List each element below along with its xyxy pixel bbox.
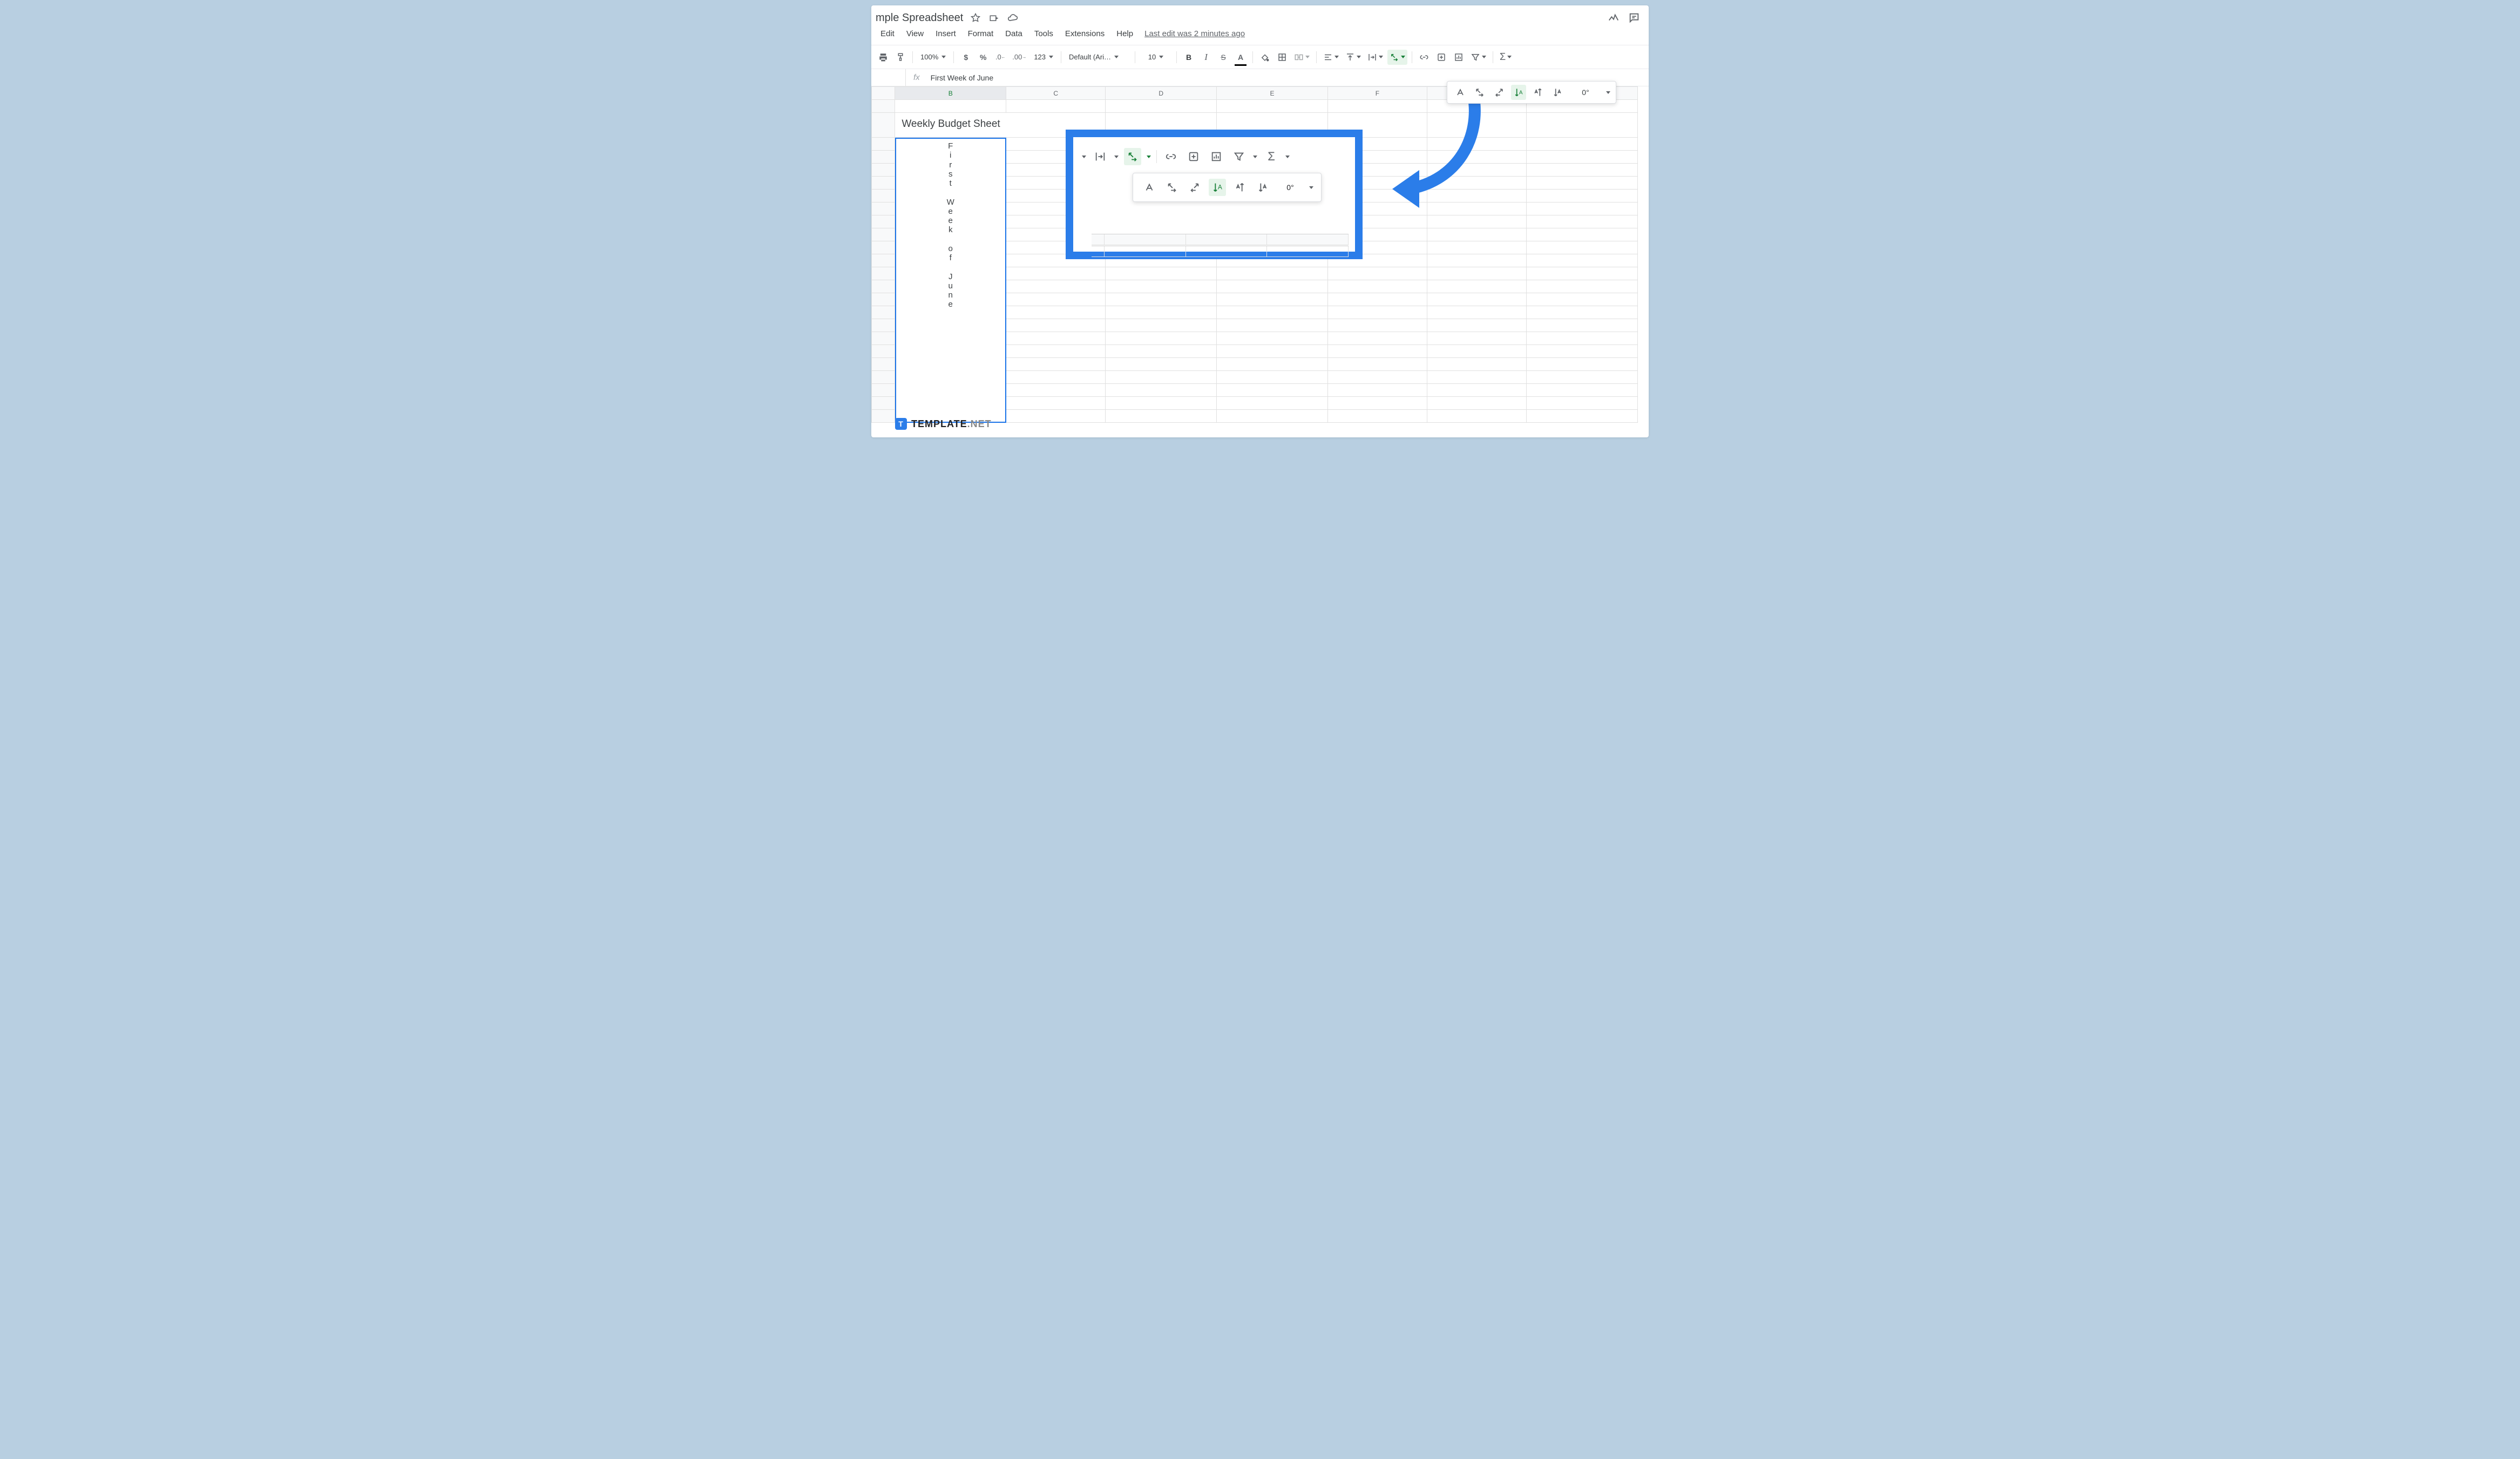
menu-tools[interactable]: Tools [1029, 27, 1058, 40]
callout-rotation-tilt-up-icon[interactable] [1163, 179, 1181, 196]
callout-rotation-tilt-down-icon[interactable] [1186, 179, 1203, 196]
last-edit-link[interactable]: Last edit was 2 minutes ago [1144, 29, 1245, 38]
menu-edit[interactable]: Edit [876, 27, 899, 40]
print-icon[interactable] [876, 50, 891, 65]
bold-icon[interactable]: B [1181, 50, 1196, 65]
activity-icon[interactable] [1607, 11, 1621, 25]
menu-data[interactable]: Data [1000, 27, 1027, 40]
annotation-arrow [1381, 89, 1489, 213]
merge-cells-icon[interactable] [1292, 50, 1312, 65]
font-size: 10 [1148, 53, 1156, 61]
menu-help[interactable]: Help [1112, 27, 1138, 40]
zoom-dropdown[interactable]: 100% [917, 50, 949, 65]
callout-caret [1082, 156, 1086, 158]
selected-cell[interactable]: First Week of June [895, 138, 1006, 423]
callout-rotation-rotate-up-icon[interactable] [1231, 179, 1249, 196]
increase-decimal-icon[interactable]: .00→ [1010, 50, 1028, 65]
svg-text:A: A [1218, 184, 1222, 191]
col-header-E[interactable]: E [1217, 87, 1328, 100]
formula-value[interactable]: First Week of June [927, 73, 993, 82]
italic-icon[interactable]: I [1198, 50, 1214, 65]
insert-link-icon[interactable] [1417, 50, 1432, 65]
comment-history-icon[interactable] [1627, 11, 1641, 25]
callout-functions-icon[interactable]: Σ [1263, 148, 1280, 165]
callout-text-wrap-icon[interactable] [1092, 148, 1109, 165]
callout-filter-icon[interactable] [1230, 148, 1248, 165]
vertical-text: First Week of June [896, 138, 1005, 313]
move-icon[interactable] [988, 12, 1000, 24]
callout-rotation-degree[interactable]: 0° [1277, 183, 1304, 192]
sheet-heading: Weekly Budget Sheet [902, 118, 1000, 130]
menu-extensions[interactable]: Extensions [1060, 27, 1109, 40]
svg-text:A: A [1519, 90, 1523, 96]
select-all-corner[interactable] [872, 87, 895, 100]
watermark-brand: TEMPLATE [911, 418, 967, 429]
document-title[interactable]: mple Spreadsheet [876, 12, 963, 24]
zoom-value: 100% [920, 53, 938, 61]
font-dropdown[interactable]: Default (Ari… [1066, 50, 1130, 65]
menu-insert[interactable]: Insert [931, 27, 961, 40]
callout-rotation-rotate-down-icon[interactable] [1254, 179, 1271, 196]
rotation-degree-input[interactable]: 0° [1569, 88, 1602, 97]
callout-rotation-panel: A 0° [1133, 173, 1322, 202]
rotation-tilt-up-icon[interactable] [1472, 85, 1487, 100]
font-name: Default (Ari… [1069, 53, 1111, 61]
callout-text-rotation-icon[interactable] [1124, 148, 1141, 165]
rotation-stack-vertical-icon[interactable]: A [1511, 85, 1526, 100]
title-bar: mple Spreadsheet [871, 5, 1649, 26]
name-box[interactable] [871, 69, 906, 86]
paint-format-icon[interactable] [893, 50, 908, 65]
text-rotation-panel: A 0° [1447, 81, 1616, 104]
callout-insert-comment-icon[interactable] [1185, 148, 1202, 165]
menu-bar: Edit View Insert Format Data Tools Exten… [871, 26, 1649, 45]
functions-icon[interactable]: Σ [1498, 50, 1514, 65]
toolbar: 100% $ % .0← .00→ 123 Default (Ari… 10 B… [871, 45, 1649, 69]
watermark-suffix: .NET [967, 418, 992, 429]
currency-icon[interactable]: $ [958, 50, 973, 65]
menu-view[interactable]: View [902, 27, 929, 40]
callout-rotation-none-icon[interactable] [1141, 179, 1158, 196]
number-format-dropdown[interactable]: 123 [1031, 50, 1056, 65]
callout-rotation-stack-vertical-icon[interactable]: A [1209, 179, 1226, 196]
insert-chart-icon[interactable] [1451, 50, 1466, 65]
rotation-tilt-down-icon[interactable] [1492, 85, 1507, 100]
col-header-B[interactable]: B [895, 87, 1006, 100]
fx-icon: fx [906, 73, 927, 82]
percent-icon[interactable]: % [976, 50, 991, 65]
text-color-icon[interactable]: A [1233, 50, 1248, 65]
decrease-decimal-icon[interactable]: .0← [993, 50, 1008, 65]
col-header-C[interactable]: C [1006, 87, 1106, 100]
star-icon[interactable] [970, 12, 981, 24]
borders-icon[interactable] [1275, 50, 1290, 65]
watermark-logo-icon: T [895, 418, 907, 430]
menu-format[interactable]: Format [963, 27, 999, 40]
text-rotation-icon[interactable] [1387, 50, 1407, 65]
rotation-degree-caret[interactable] [1606, 91, 1610, 94]
strikethrough-icon[interactable]: S [1216, 50, 1231, 65]
vertical-align-icon[interactable] [1343, 50, 1363, 65]
callout-rotation-caret[interactable] [1309, 186, 1313, 189]
horizontal-align-icon[interactable] [1321, 50, 1341, 65]
insert-comment-icon[interactable] [1434, 50, 1449, 65]
col-header-D[interactable]: D [1106, 87, 1217, 100]
filter-icon[interactable] [1468, 50, 1488, 65]
rotation-rotate-down-icon[interactable] [1550, 85, 1565, 100]
callout-insert-link-icon[interactable] [1162, 148, 1180, 165]
fill-color-icon[interactable] [1257, 50, 1272, 65]
zoom-callout: Σ A 0° [1066, 130, 1363, 259]
rotation-none-icon[interactable] [1453, 85, 1468, 100]
callout-insert-chart-icon[interactable] [1208, 148, 1225, 165]
font-size-dropdown[interactable]: 10 [1140, 50, 1172, 65]
rotation-rotate-up-icon[interactable] [1530, 85, 1546, 100]
watermark: T TEMPLATE.NET [895, 418, 992, 430]
text-wrap-icon[interactable] [1365, 50, 1385, 65]
cloud-icon[interactable] [1006, 11, 1019, 24]
